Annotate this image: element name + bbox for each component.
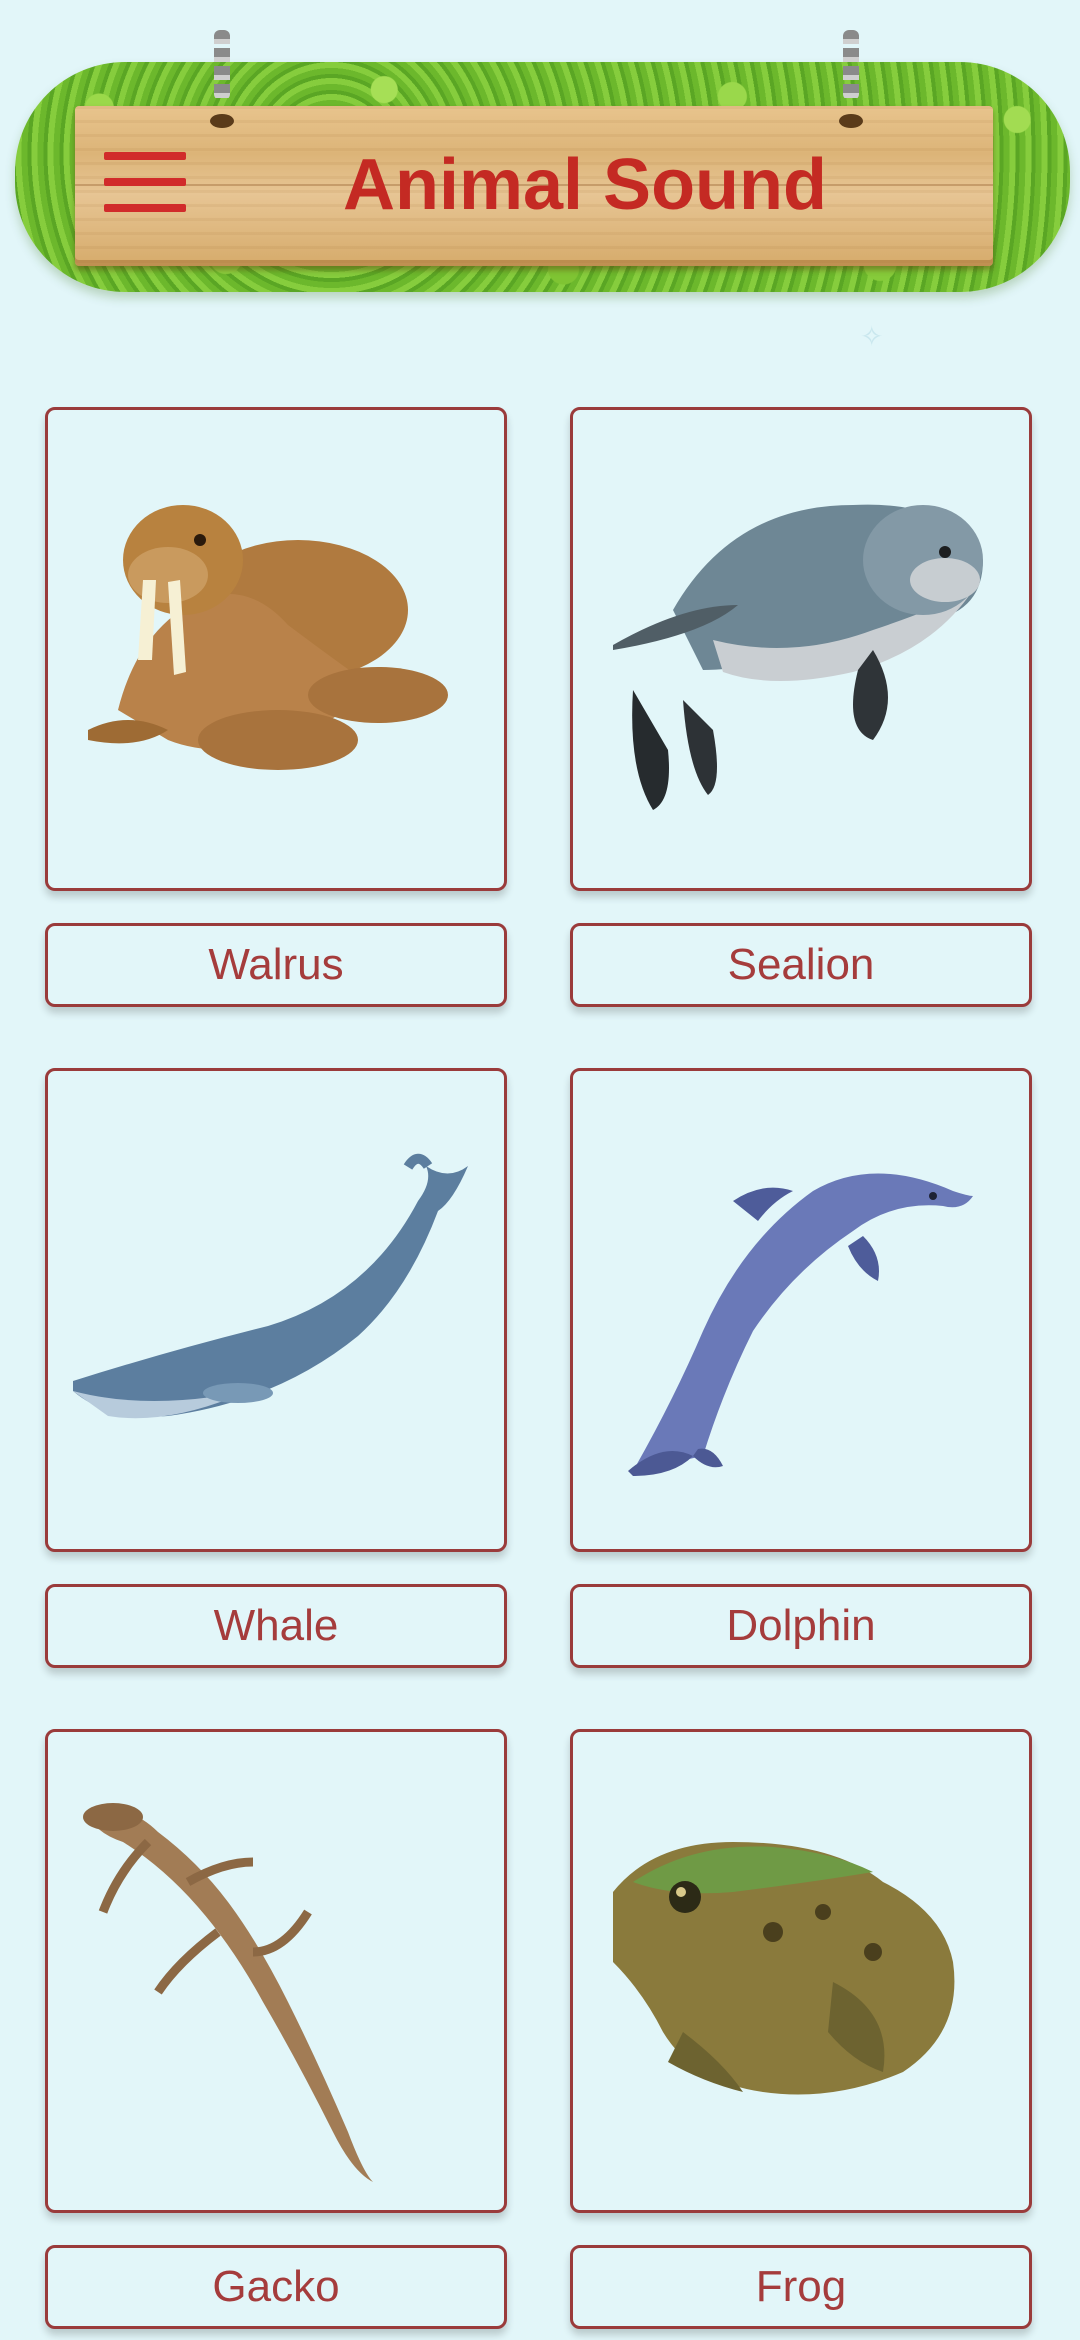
animal-label[interactable]: Gacko [45, 2245, 507, 2329]
chain-right-decoration [843, 30, 859, 100]
walrus-image [88, 505, 448, 770]
menu-bar [104, 178, 186, 186]
app-header: Animal Sound [0, 0, 1080, 320]
sealion-image [613, 504, 983, 810]
menu-bar [104, 152, 186, 160]
animal-card-walrus[interactable] [45, 407, 507, 891]
sparkle-icon: ✧ [860, 321, 884, 352]
animal-label[interactable]: Whale [45, 1584, 507, 1668]
animal-card-frog[interactable] [570, 1729, 1032, 2213]
animal-card-gecko[interactable] [45, 1729, 507, 2213]
animal-label[interactable]: Dolphin [570, 1584, 1032, 1668]
animal-card-sealion[interactable] [570, 407, 1032, 891]
page-title: Animal Sound [343, 145, 827, 225]
animal-card-whale[interactable] [45, 1068, 507, 1552]
animal-label[interactable]: Walrus [45, 923, 507, 1007]
sign-hole-left [210, 114, 234, 128]
gecko-image [83, 1803, 373, 2182]
dolphin-image [628, 1173, 973, 1476]
animal-label[interactable]: Sealion [570, 923, 1032, 1007]
frog-image [613, 1842, 955, 2095]
hamburger-menu-icon[interactable] [104, 152, 186, 212]
whale-image [73, 1153, 468, 1419]
sign-hole-right [839, 114, 863, 128]
animal-label[interactable]: Frog [570, 2245, 1032, 2329]
animal-card-dolphin[interactable] [570, 1068, 1032, 1552]
menu-bar [104, 204, 186, 212]
chain-left-decoration [214, 30, 230, 100]
